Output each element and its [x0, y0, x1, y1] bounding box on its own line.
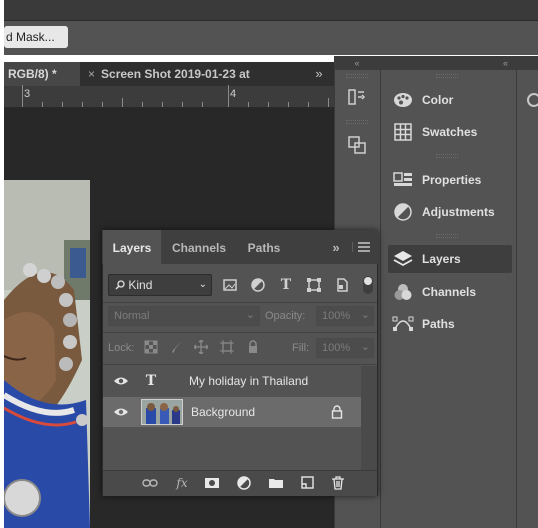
search-icon — [115, 276, 125, 296]
tab-overflow-button[interactable]: » — [306, 62, 332, 86]
lock-transparent-icon[interactable] — [144, 340, 158, 354]
dock-collapse-button[interactable]: « — [334, 56, 380, 70]
fill-field[interactable]: 100% ⌄ — [316, 338, 374, 358]
panel-swatches[interactable]: Swatches — [388, 118, 512, 146]
layers-scrollbar[interactable] — [361, 366, 377, 470]
lock-label: Lock: — [108, 342, 135, 354]
eye-visibility-icon[interactable] — [111, 407, 131, 417]
lock-artboard-icon[interactable] — [220, 340, 234, 354]
panel-adjustments-label: Adjustments — [422, 205, 495, 219]
tab-close-icon[interactable]: × — [88, 67, 95, 81]
filter-toggle-switch[interactable] — [363, 276, 373, 294]
divider — [103, 332, 377, 333]
ruler-mark-4: 4 — [230, 88, 237, 100]
lock-pixels-brush-icon[interactable] — [170, 340, 184, 354]
filter-kind-label: Kind — [128, 278, 153, 292]
panel-collapse-button[interactable]: » — [324, 230, 348, 264]
layer-row-text[interactable]: T My holiday in Thailand — [103, 366, 361, 396]
channels-icon — [392, 281, 414, 303]
opacity-value: 100% — [322, 310, 351, 322]
chevron-down-icon: ⌄ — [198, 279, 207, 290]
link-layers-icon[interactable] — [142, 475, 158, 491]
panel-swatches-label: Swatches — [422, 125, 478, 139]
text-layer-type-icon: T — [145, 373, 157, 389]
right-panel-grip-3[interactable] — [436, 234, 458, 238]
right-dock-collapse-button[interactable]: « — [380, 56, 516, 70]
history-icon[interactable] — [346, 86, 368, 108]
type-filter-icon[interactable]: T — [278, 277, 294, 293]
divider — [103, 364, 377, 365]
shape-filter-icon[interactable] — [306, 277, 322, 293]
pixel-filter-icon[interactable] — [222, 277, 238, 293]
chevron-down-icon: ⌄ — [360, 341, 370, 353]
add-mask-icon[interactable] — [204, 475, 220, 491]
tab-paths[interactable]: Paths — [237, 230, 291, 264]
new-group-folder-icon[interactable] — [268, 475, 284, 491]
right-panel-grip-2[interactable] — [436, 154, 458, 158]
chevron-down-icon: ⌄ — [360, 309, 370, 321]
dock-grip-2[interactable] — [346, 120, 368, 124]
tab-active-label: RGB/8) * — [8, 67, 57, 81]
panel-properties-label: Properties — [422, 173, 482, 187]
layer-thumbnail — [141, 399, 183, 425]
smart-object-filter-icon[interactable] — [334, 277, 350, 293]
layer-name[interactable]: My holiday in Thailand — [189, 374, 308, 388]
layer-name[interactable]: Background — [191, 405, 255, 419]
panel-adjustments[interactable]: Adjustments — [388, 198, 512, 226]
blend-mode-value: Normal — [114, 310, 150, 322]
panel-layers-label: Layers — [422, 252, 461, 266]
layers-stack-icon — [392, 248, 414, 270]
tab-screen-shot-label: Screen Shot 2019-01-23 at — [101, 67, 250, 81]
fill-value: 100% — [322, 342, 351, 354]
eye-visibility-icon[interactable] — [111, 376, 131, 386]
color-palette-icon — [392, 89, 414, 111]
filter-kind-select[interactable]: Kind ⌄ — [108, 274, 212, 296]
panel-paths[interactable]: Paths — [388, 310, 512, 338]
swatches-grid-icon — [392, 121, 414, 143]
lock-position-move-icon[interactable] — [193, 339, 209, 355]
new-adjustment-layer-icon[interactable] — [236, 475, 252, 491]
lock-all-icon[interactable] — [246, 340, 260, 354]
document-photo[interactable] — [4, 180, 90, 528]
lock-icon[interactable] — [331, 405, 343, 422]
panel-paths-label: Paths — [422, 317, 455, 331]
panel-menu-icon[interactable] — [351, 240, 372, 254]
transform-icon[interactable] — [346, 134, 368, 156]
horizontal-ruler: 3 4 — [4, 85, 334, 108]
tab-layers[interactable]: Layers — [103, 230, 161, 264]
divider — [103, 302, 377, 303]
opacity-label: Opacity: — [265, 310, 306, 322]
panel-channels-label: Channels — [422, 285, 477, 299]
options-bar — [4, 21, 538, 55]
tab-active-document[interactable]: RGB/8) * — [4, 62, 80, 86]
fill-label: Fill: — [292, 342, 310, 354]
new-layer-icon[interactable] — [300, 475, 316, 491]
dock-grip[interactable] — [346, 74, 368, 78]
chevron-down-icon: ⌄ — [245, 309, 255, 321]
tab-channels[interactable]: Channels — [163, 230, 235, 264]
far-right-dock-header — [516, 56, 538, 70]
blend-mode-select[interactable]: Normal ⌄ — [108, 306, 260, 326]
far-right-dock — [516, 56, 538, 528]
layers-panel — [102, 230, 378, 496]
paths-icon — [392, 313, 414, 335]
tab-screen-shot[interactable]: × Screen Shot 2019-01-23 at — [82, 62, 302, 86]
layer-row-background[interactable]: Background — [103, 397, 361, 427]
select-and-mask-button[interactable]: d Mask... — [4, 26, 68, 48]
app-top-strip — [4, 0, 538, 21]
panel-color-label: Color — [422, 93, 454, 107]
panel-properties[interactable]: Properties — [388, 166, 512, 194]
ruler-mark-3: 3 — [24, 88, 31, 100]
fx-layer-style-button[interactable]: fx — [174, 475, 190, 491]
right-panel-grip-1[interactable] — [436, 74, 458, 78]
panel-color[interactable]: Color — [388, 86, 512, 114]
properties-icon — [392, 169, 414, 191]
delete-layer-trash-icon[interactable] — [330, 475, 346, 491]
adjustments-circle-icon — [392, 201, 414, 223]
far-right-panel-icon[interactable] — [524, 92, 538, 108]
adjustment-filter-icon[interactable] — [250, 277, 266, 293]
opacity-field[interactable]: 100% ⌄ — [316, 306, 374, 326]
panel-layers[interactable]: Layers — [388, 245, 512, 273]
panel-channels[interactable]: Channels — [388, 278, 512, 306]
